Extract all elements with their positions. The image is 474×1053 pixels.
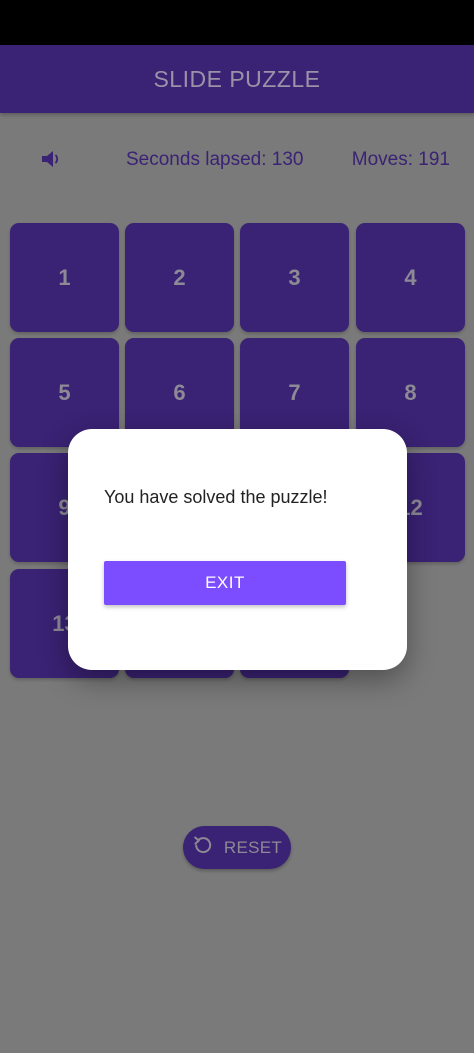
moves-count: Moves: 191 xyxy=(351,149,450,170)
tile-4[interactable]: 4 xyxy=(356,223,465,332)
app-title: SLIDE PUZZLE xyxy=(153,65,321,92)
dialog-message: You have solved the puzzle! xyxy=(104,487,328,507)
success-dialog: You have solved the puzzle! EXIT xyxy=(68,429,407,670)
reset-button[interactable]: RESET xyxy=(183,826,291,869)
stats-row: Seconds lapsed: 130 Moves: 191 xyxy=(0,140,474,180)
exit-button[interactable]: EXIT xyxy=(104,561,346,605)
speaker-icon xyxy=(40,149,64,174)
reset-icon xyxy=(192,834,214,861)
reset-label: RESET xyxy=(223,837,283,857)
seconds-lapsed: Seconds lapsed: 130 xyxy=(126,149,304,170)
tile-1[interactable]: 1 xyxy=(10,223,119,332)
status-bar xyxy=(0,0,474,45)
tile-3[interactable]: 3 xyxy=(240,223,349,332)
tile-2[interactable]: 2 xyxy=(125,223,234,332)
app-bar: SLIDE PUZZLE xyxy=(0,45,474,113)
sound-toggle-button[interactable] xyxy=(38,148,66,174)
